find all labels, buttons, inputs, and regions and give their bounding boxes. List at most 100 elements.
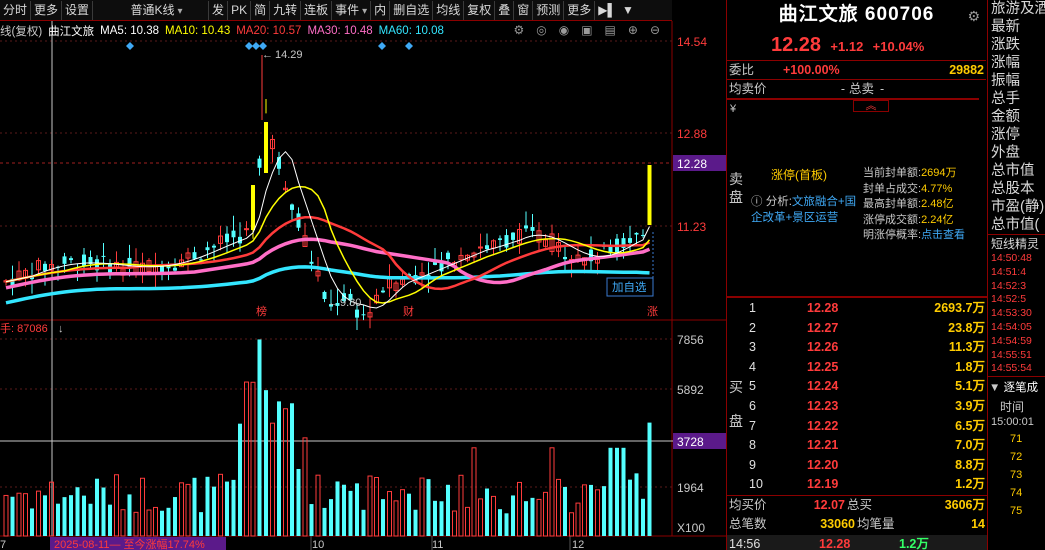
candle-body-limit: [264, 122, 268, 173]
volume-tick: 3728: [677, 435, 704, 449]
toolbar-item-pk[interactable]: PK: [228, 0, 252, 20]
toolbar-item-fa[interactable]: 发: [209, 0, 229, 20]
genie-time[interactable]: 14:54:05: [988, 321, 1045, 335]
volume-bar-down: [296, 468, 301, 536]
toolbar-item-die[interactable]: 叠: [495, 0, 515, 20]
genie-time[interactable]: 14:52:3: [988, 280, 1045, 294]
toolbar-item-lianban[interactable]: 连板: [301, 0, 333, 20]
sector-field-label: 涨停: [991, 127, 1020, 143]
toolbar-item-jiuzhuan[interactable]: 九转: [270, 0, 302, 20]
lock-icon[interactable]: ▤: [605, 23, 616, 37]
bid-row[interactable]: 6 12.23 3.9万: [749, 397, 987, 417]
toolbar-item-jian[interactable]: 简: [251, 0, 271, 20]
volume-bar-down: [511, 495, 515, 536]
target-icon[interactable]: ◎: [536, 23, 546, 37]
short-term-genie-title[interactable]: 短线精灵: [988, 234, 1045, 252]
gear-icon[interactable]: ⚙: [967, 8, 980, 25]
volume-bar-down: [88, 503, 93, 536]
volume-bar-down: [101, 487, 106, 536]
bid-row[interactable]: 9 12.20 8.8万: [749, 456, 987, 476]
copy-icon[interactable]: ▣: [581, 23, 592, 37]
volume-bar-down: [641, 498, 645, 536]
tick-tab[interactable]: ▼ 逐笔成: [988, 376, 1045, 398]
bid-row[interactable]: 8 12.21 7.0万: [749, 436, 987, 456]
bid-row[interactable]: 1 12.28 2693.7万: [749, 299, 987, 319]
genie-time[interactable]: 14:53:30: [988, 307, 1045, 321]
toolbar-item-window[interactable]: 窗: [514, 0, 534, 20]
candle-body-up: [244, 228, 249, 231]
collapse-icon[interactable]: ▶▌: [595, 1, 619, 20]
gear-icon[interactable]: ⚙: [513, 23, 524, 37]
genie-time[interactable]: 14:52:5: [988, 293, 1045, 307]
candle-body-down: [192, 252, 197, 259]
kline-chart[interactable]: 14.54 12.88 12.28 11.23 7856 5892 3728 1…: [0, 0, 726, 550]
legend-ma60[interactable]: MA60: 10.08: [379, 25, 444, 37]
toolbar-item-ma[interactable]: 均线: [433, 0, 465, 20]
limit-up-stats: 当前封单额:2694万 封单占成交:4.77% 最高封单额:2.48亿 涨停成交…: [863, 167, 966, 241]
bid-quantity: 5.1万: [955, 379, 985, 394]
toolbar-item-more[interactable]: 更多: [31, 0, 63, 20]
expand-icon[interactable]: ▼: [619, 1, 637, 20]
sector-field-label: 市盈(静): [991, 199, 1045, 215]
bid-price: 12.26: [807, 340, 839, 355]
toolbar-item-settings[interactable]: 设置: [62, 0, 94, 20]
bid-row[interactable]: 2 12.27 23.8万: [749, 319, 987, 339]
bid-level: 5: [749, 379, 756, 394]
genie-time[interactable]: 14:51:4: [988, 266, 1045, 280]
legend-ma20[interactable]: MA20: 10.57: [236, 25, 301, 37]
probability-link[interactable]: 点击查看: [921, 229, 965, 241]
zoom-out-icon[interactable]: ⊖: [650, 23, 660, 37]
legend-ma5[interactable]: MA5: 10.38: [100, 25, 159, 37]
last-price: 12.28: [771, 34, 822, 56]
bid-row[interactable]: 5 12.24 5.1万: [749, 377, 987, 397]
volume-bar-down: [381, 499, 385, 536]
candle-body-down: [504, 235, 509, 248]
eye-icon[interactable]: ◉: [559, 23, 569, 37]
stock-title: 曲江文旅 600706: [778, 4, 935, 25]
genie-time[interactable]: 14:54:59: [988, 335, 1045, 349]
legend-ma30[interactable]: MA30: 10.48: [307, 25, 372, 37]
genie-time[interactable]: 14:55:54: [988, 362, 1045, 376]
volume-bar-down: [257, 339, 262, 536]
bid-row[interactable]: 3 12.26 11.3万: [749, 338, 987, 358]
bid-row[interactable]: 7 12.22 6.5万: [749, 417, 987, 437]
candle-body-down: [173, 267, 177, 271]
candle-body-down: [628, 238, 632, 243]
volume-label: 手: 87086: [0, 321, 48, 335]
bid-price: 12.19: [807, 477, 839, 492]
volume-bar-down: [62, 497, 67, 536]
toolbar-item-nei[interactable]: 内: [371, 0, 391, 20]
volume-bar-down: [212, 486, 216, 536]
kline-type-select[interactable]: 普通K线: [105, 0, 210, 20]
toolbar-item-fuquan[interactable]: 复权: [464, 0, 496, 20]
bid-row[interactable]: 10 12.19 1.2万: [749, 475, 987, 495]
volume-bar-down: [199, 512, 203, 536]
toolbar-item-more2[interactable]: 更多: [564, 0, 596, 20]
sector-field-label: 涨幅: [991, 55, 1020, 71]
sell-side-label: 卖盘: [729, 171, 743, 205]
genie-time[interactable]: 14:55:51: [988, 349, 1045, 363]
volume-tick: 7856: [677, 333, 704, 347]
buy-side-label: 买盘: [729, 379, 743, 429]
expand-asks-icon[interactable]: ︽: [853, 100, 889, 112]
bid-row[interactable]: 4 12.25 1.8万: [749, 358, 987, 378]
volume-bar-down: [231, 479, 236, 536]
bid-level: 10: [749, 477, 763, 492]
toolbar-item-forecast[interactable]: 预测: [533, 0, 565, 20]
bid-level: 1: [749, 301, 756, 315]
add-favorite-label: 加自选: [612, 281, 647, 294]
zoom-in-icon[interactable]: ⊕: [628, 23, 638, 37]
legend-ma10[interactable]: MA10: 10.43: [165, 25, 230, 37]
sector-field-label: 总股本: [991, 181, 1035, 197]
volume-bar-down: [95, 478, 99, 536]
bid-level: 2: [749, 320, 756, 335]
volume-bar-down: [75, 487, 80, 536]
toolbar-item-remove-favorite[interactable]: 删自选: [390, 0, 434, 20]
candle-body-down: [511, 232, 515, 240]
candle-body-down: [212, 245, 216, 248]
marker-cai: 财: [403, 304, 414, 318]
genie-time[interactable]: 14:50:48: [988, 252, 1045, 266]
toolbar-item-fenshi[interactable]: 分时: [0, 0, 32, 20]
bid-price: 12.22: [807, 418, 839, 433]
toolbar-item-events[interactable]: 事件: [332, 0, 372, 20]
